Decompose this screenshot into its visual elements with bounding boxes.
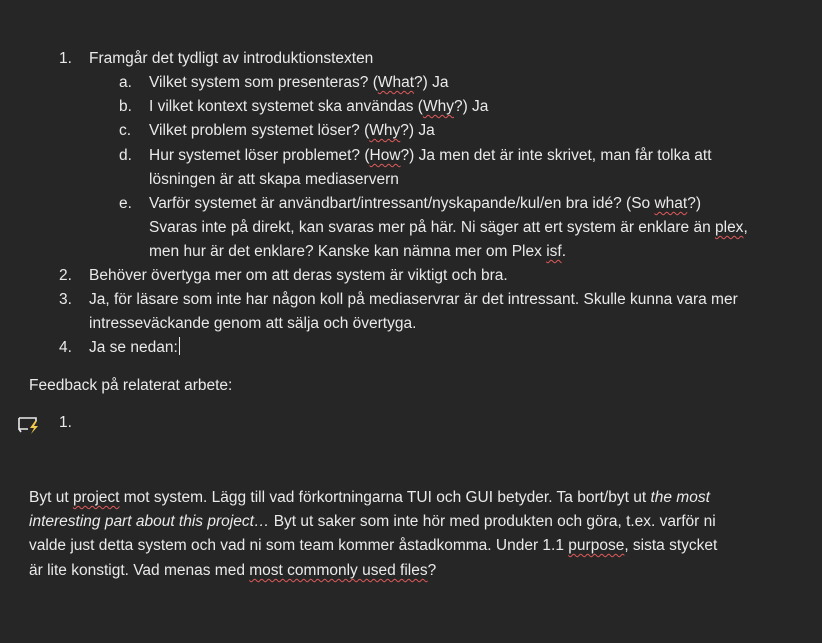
- text-run: Varför systemet är användbart/intressant…: [149, 195, 655, 212]
- sublist-item-d[interactable]: Hur systemet löser problemet? (How?) Ja …: [149, 145, 712, 167]
- text-run: Ja se nedan:: [89, 339, 178, 356]
- text-run: ?: [427, 562, 437, 579]
- text-run: ?) Ja: [414, 74, 449, 91]
- sublist-letter-a: a.: [119, 74, 132, 91]
- spellcheck-word[interactable]: purpose: [568, 537, 624, 554]
- text-run: ?) Ja: [400, 122, 435, 139]
- spellcheck-word[interactable]: plex: [715, 219, 743, 236]
- spellcheck-word[interactable]: most commonly used files: [249, 562, 427, 579]
- text-run: ?) Ja: [453, 98, 489, 115]
- text-run: I vilket kontext systemet ska användas (: [149, 98, 423, 115]
- section-heading[interactable]: Feedback på relaterat arbete:: [29, 375, 232, 397]
- list-number-2: 2.: [59, 267, 72, 284]
- text-cursor: [178, 337, 180, 355]
- text-run: ?): [687, 195, 702, 212]
- text-run: ,: [743, 219, 748, 236]
- sublist-item-e-line3[interactable]: men hur är det enklare? Kanske kan nämna…: [149, 241, 566, 263]
- paragraph-line-4[interactable]: är lite konstigt. Vad menas med most com…: [29, 560, 436, 582]
- text-run: Byt ut saker som inte hör med produkten …: [269, 513, 716, 530]
- sublist-letter-d: d.: [119, 147, 132, 164]
- list-number-4: 4.: [59, 339, 72, 356]
- spellcheck-word[interactable]: project: [73, 489, 120, 506]
- sublist-item-e[interactable]: Varför systemet är användbart/intressant…: [149, 193, 701, 215]
- text-run: men hur är det enklare? Kanske kan nämna…: [149, 243, 547, 260]
- text-run: Byt ut: [29, 489, 73, 506]
- text-run: mot system. Lägg till vad förkortningarn…: [119, 489, 651, 506]
- list-number-1: 1.: [59, 50, 72, 67]
- spellcheck-word[interactable]: Why: [369, 122, 400, 139]
- sublist-letter-e: e.: [119, 195, 132, 212]
- spellcheck-word[interactable]: isf: [546, 243, 562, 260]
- list-item-3-text[interactable]: Ja, för läsare som inte har någon koll p…: [89, 289, 738, 311]
- list2-number-1[interactable]: 1.: [59, 412, 72, 434]
- italic-run: the most: [650, 489, 710, 506]
- paragraph-line-1[interactable]: Byt ut project mot system. Lägg till vad…: [29, 487, 710, 509]
- text-run: Svaras inte på direkt, kan svaras mer på…: [149, 219, 715, 236]
- text-run: valde just detta system och vad ni som t…: [29, 537, 569, 554]
- paragraph-line-2[interactable]: interesting part about this project… Byt…: [29, 511, 716, 533]
- list-number-3: 3.: [59, 291, 72, 308]
- text-run: ?) Ja men det är inte skrivet, man får t…: [400, 147, 712, 164]
- spellcheck-word[interactable]: What: [378, 74, 414, 91]
- text-run: Vilket problem systemet löser? (: [149, 122, 370, 139]
- list-item-1-text[interactable]: Framgår det tydligt av introduktionstext…: [89, 48, 373, 70]
- sublist-letter-b: b.: [119, 98, 132, 115]
- list-item-2-text[interactable]: Behöver övertyga mer om att deras system…: [89, 265, 508, 287]
- sublist-item-c[interactable]: Vilket problem systemet löser? (Why?) Ja: [149, 120, 435, 142]
- italic-run: interesting part about this project…: [29, 513, 270, 530]
- text-run: är lite konstigt. Vad menas med: [29, 562, 250, 579]
- text-run: Hur systemet löser problemet? (: [149, 147, 370, 164]
- spellcheck-word[interactable]: Why: [423, 98, 454, 115]
- comment-lightning-icon[interactable]: [16, 413, 42, 437]
- sublist-item-e-line2[interactable]: Svaras inte på direkt, kan svaras mer på…: [149, 217, 748, 239]
- spellcheck-word[interactable]: How: [370, 147, 401, 164]
- sublist-item-a[interactable]: Vilket system som presenteras? (What?) J…: [149, 72, 449, 94]
- list-item-4-text[interactable]: Ja se nedan:: [89, 337, 180, 359]
- text-run: .: [561, 243, 566, 260]
- sublist-item-b[interactable]: I vilket kontext systemet ska användas (…: [149, 96, 488, 118]
- text-run: Vilket system som presenteras? (: [149, 74, 378, 91]
- sublist-letter-c: c.: [119, 122, 132, 139]
- list-item-3-line2[interactable]: intresseväckande genom att sälja och öve…: [89, 313, 416, 335]
- spellcheck-word[interactable]: what: [654, 195, 687, 212]
- sublist-item-d-line2[interactable]: lösningen är att skapa mediaservern: [149, 169, 399, 191]
- text-run: , sista stycket: [624, 537, 718, 554]
- paragraph-line-3[interactable]: valde just detta system och vad ni som t…: [29, 535, 717, 557]
